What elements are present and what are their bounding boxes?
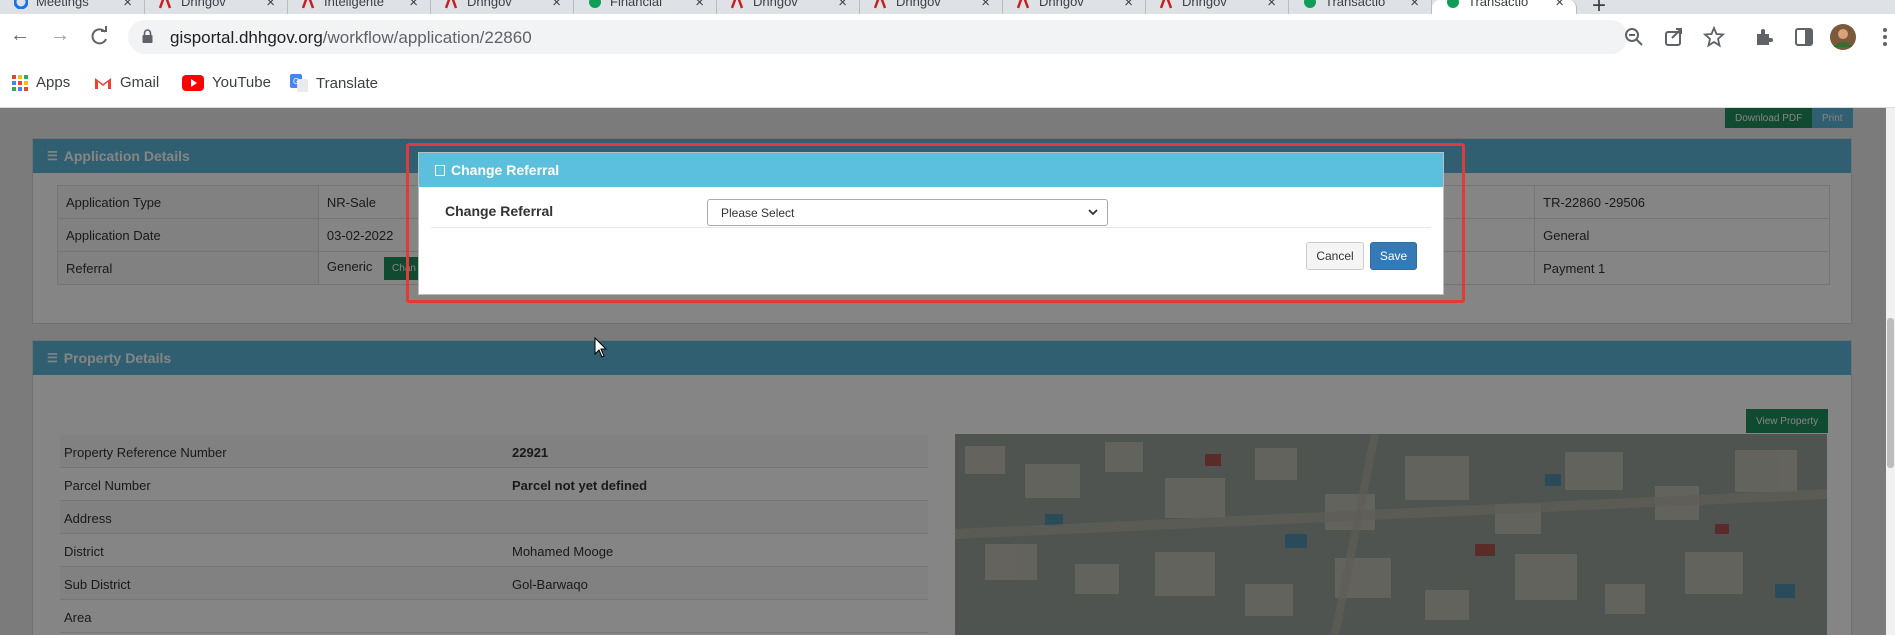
profile-avatar[interactable] xyxy=(1830,24,1856,50)
back-icon[interactable]: ← xyxy=(10,24,30,47)
google-icon xyxy=(14,0,28,9)
tab-label: Dhhgov xyxy=(896,0,941,9)
green-circle-icon xyxy=(1304,0,1316,8)
save-button[interactable]: Save xyxy=(1370,242,1417,270)
more-icon[interactable] xyxy=(1874,26,1895,48)
chevron-down-icon xyxy=(1088,209,1098,216)
bookmark-label: Apps xyxy=(36,74,71,91)
tab-label: Dhhgov xyxy=(467,0,512,9)
browser-tab[interactable]: Dhhgov × xyxy=(1003,0,1146,14)
translate-icon: G xyxy=(290,74,308,92)
tab-label: Transactio xyxy=(1468,0,1529,9)
browser-tab[interactable]: Inteligente × xyxy=(288,0,431,14)
bookmark-youtube[interactable]: YouTube xyxy=(182,74,271,91)
star-icon[interactable] xyxy=(1703,26,1725,48)
tab-label: Financial xyxy=(610,0,663,9)
gmail-icon xyxy=(95,77,111,89)
url-host: gisportal.dhhgov.org xyxy=(170,28,323,47)
close-icon[interactable]: × xyxy=(981,0,990,11)
close-icon[interactable]: × xyxy=(1124,0,1133,11)
close-icon[interactable]: × xyxy=(838,0,847,11)
browser-tab[interactable]: Transactio × xyxy=(1289,0,1432,14)
dhhgov-icon xyxy=(1017,0,1030,9)
dhhgov-icon xyxy=(159,0,172,9)
tab-label: Dhhgov xyxy=(181,0,226,9)
dhhgov-icon xyxy=(874,0,887,9)
close-icon[interactable]: × xyxy=(123,0,132,11)
close-icon[interactable]: × xyxy=(409,0,418,11)
browser-tab[interactable]: Financial × xyxy=(574,0,717,14)
cancel-button[interactable]: Cancel xyxy=(1306,242,1364,270)
side-panel-icon[interactable] xyxy=(1793,26,1815,48)
change-referral-label: Change Referral xyxy=(445,203,554,219)
bookmark-label: YouTube xyxy=(212,74,271,91)
green-circle-icon xyxy=(589,0,601,8)
bookmark-label: Gmail xyxy=(120,74,160,91)
close-icon[interactable]: × xyxy=(1555,0,1564,11)
mouse-cursor-icon xyxy=(594,337,608,358)
apps-grid-icon xyxy=(12,74,28,91)
dhhgov-icon xyxy=(1160,0,1173,9)
bookmarks-bar: Apps Gmail YouTube G Translate xyxy=(0,60,1895,108)
modal-title: Change Referral xyxy=(451,162,560,178)
close-icon[interactable]: × xyxy=(552,0,561,11)
dhhgov-icon xyxy=(731,0,744,9)
tab-label: Dhhgov xyxy=(1182,0,1227,9)
forward-icon[interactable]: → xyxy=(50,24,70,47)
modal-divider xyxy=(431,227,1431,228)
browser-tab[interactable]: Dhhgov × xyxy=(860,0,1003,14)
bookmark-apps[interactable]: Apps xyxy=(12,74,70,91)
close-icon[interactable]: × xyxy=(266,0,275,11)
close-icon[interactable]: × xyxy=(695,0,704,11)
bookmark-gmail[interactable]: Gmail xyxy=(94,74,159,91)
browser-tab[interactable]: Dhhgov × xyxy=(1146,0,1289,14)
modal-header: Change Referral xyxy=(419,153,1443,187)
browser-tab-active[interactable]: Transactio × xyxy=(1432,0,1577,14)
url-path: /workflow/application/22860 xyxy=(322,28,532,47)
address-bar[interactable]: gisportal.dhhgov.org/workflow/applicatio… xyxy=(128,20,1628,54)
scrollbar-thumb[interactable] xyxy=(1887,318,1894,468)
dhhgov-icon xyxy=(302,0,315,9)
youtube-icon xyxy=(182,74,204,91)
select-value: Please Select xyxy=(721,206,795,220)
browser-tab[interactable]: Dhhgov × xyxy=(145,0,288,14)
tab-label: Inteligente xyxy=(324,0,384,9)
referral-select[interactable]: Please Select xyxy=(707,199,1108,226)
green-circle-icon xyxy=(1447,0,1459,8)
tab-label: Dhhgov xyxy=(1039,0,1084,9)
new-tab-icon[interactable]: + xyxy=(1592,0,1606,14)
close-icon[interactable]: × xyxy=(1410,0,1419,11)
close-icon[interactable]: × xyxy=(1267,0,1276,11)
share-icon[interactable] xyxy=(1663,26,1685,48)
url-text: gisportal.dhhgov.org/workflow/applicatio… xyxy=(170,28,532,48)
svg-text:G: G xyxy=(293,77,299,86)
lock-icon xyxy=(142,29,153,43)
change-referral-modal: Change Referral Change Referral Please S… xyxy=(418,152,1444,295)
browser-toolbar: ← → gisportal.dhhgov.org/workflow/applic… xyxy=(0,14,1895,60)
tab-label: Meetings xyxy=(36,0,89,9)
window-icon xyxy=(435,164,445,176)
extensions-icon[interactable] xyxy=(1753,26,1775,48)
browser-tab-strip: Meetings × Dhhgov × Inteligente × Dhhgov… xyxy=(0,0,1895,14)
browser-tab[interactable]: Meetings × xyxy=(0,0,145,14)
dhhgov-icon xyxy=(445,0,458,9)
browser-tab[interactable]: Dhhgov × xyxy=(431,0,574,14)
bookmark-translate[interactable]: G Translate xyxy=(290,74,378,92)
zoom-icon[interactable] xyxy=(1623,26,1645,48)
tab-label: Transactio xyxy=(1325,0,1386,9)
reload-icon[interactable] xyxy=(88,26,110,48)
tab-label: Dhhgov xyxy=(753,0,798,9)
bookmark-label: Translate xyxy=(316,74,378,92)
browser-tab[interactable]: Dhhgov × xyxy=(717,0,860,14)
